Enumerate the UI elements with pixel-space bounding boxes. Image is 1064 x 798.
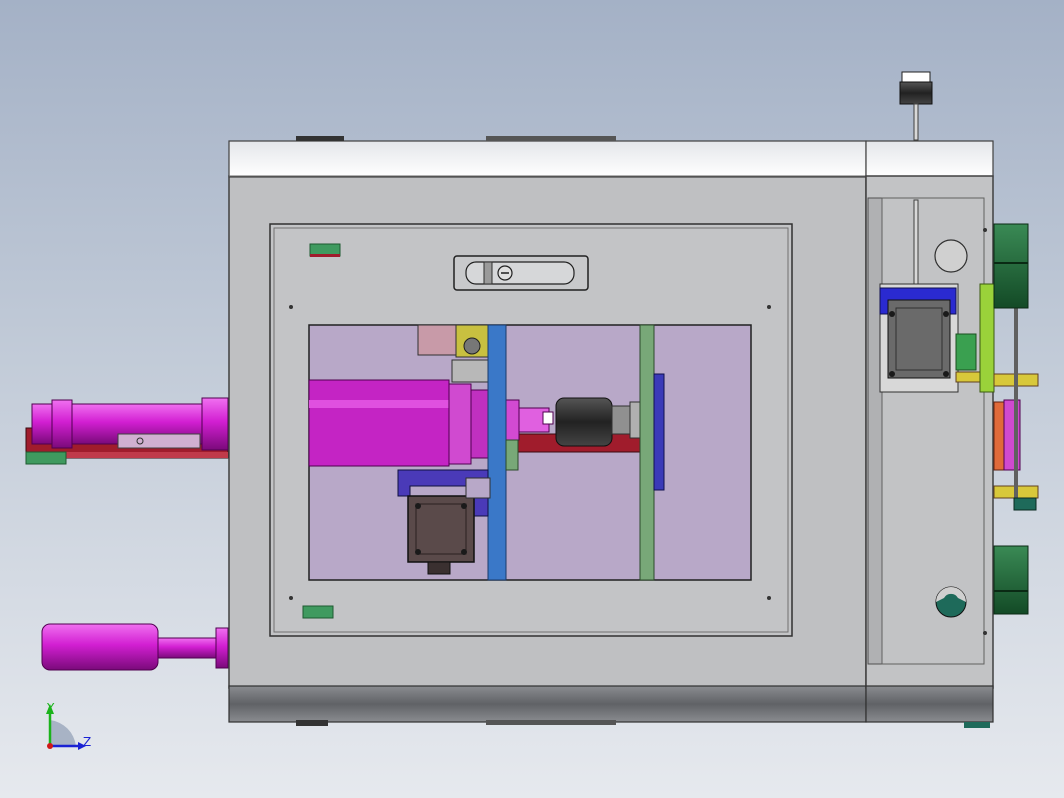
- lower-cylinder[interactable]: [41, 623, 229, 671]
- lime-arm: [979, 283, 995, 393]
- z-axis-label: Z: [83, 735, 91, 749]
- triad-plane-icon: [50, 720, 76, 746]
- cad-viewport[interactable]: Y Z: [0, 0, 1064, 798]
- y-axis-label: Y: [46, 701, 55, 715]
- assembly-drawing: Y Z: [25, 71, 1039, 750]
- axis-triad: Y Z: [46, 701, 91, 750]
- door-handle[interactable]: [453, 255, 589, 291]
- origin-icon: [47, 743, 53, 749]
- side-housing[interactable]: [865, 140, 994, 728]
- vertical-plate-blue: [487, 324, 507, 581]
